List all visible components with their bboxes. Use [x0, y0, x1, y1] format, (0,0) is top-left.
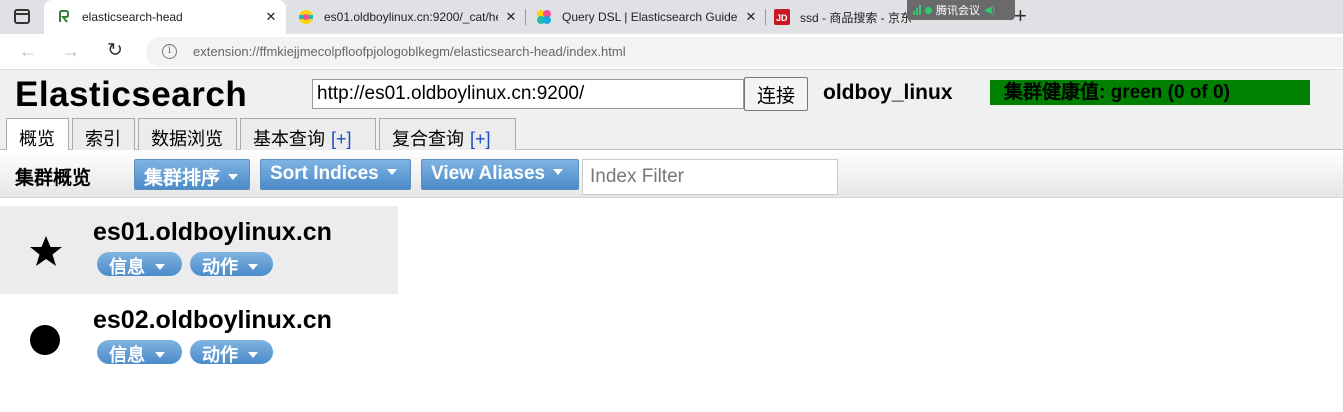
browser-tab-strip: elasticsearch-head ✕ es01.oldboylinux.cn… [0, 0, 1343, 34]
cluster-sort-dropdown[interactable]: 集群排序 [134, 159, 250, 190]
node-info-button[interactable]: 信息 [97, 252, 182, 277]
cluster-health-badge: 集群健康值: green (0 of 0) [990, 80, 1310, 105]
caret-down-icon [386, 169, 397, 176]
circle-icon [30, 325, 60, 355]
caret-down-icon [553, 169, 564, 176]
dropdown-label: View Aliases [431, 163, 546, 184]
browser-tab-query-dsl[interactable]: Query DSL | Elasticsearch Guide | ✕ [526, 0, 766, 34]
caret-down-icon [228, 174, 239, 181]
url-text[interactable]: extension://ffmkiejjmecolpfloofpjologobl… [193, 44, 626, 59]
connect-button[interactable]: 连接 [744, 77, 808, 111]
tab-title: es01.oldboylinux.cn:9200/_cat/he [324, 10, 498, 24]
close-icon[interactable]: ✕ [504, 9, 518, 25]
caret-down-icon [248, 263, 258, 270]
tab-label: 索引 [85, 129, 121, 149]
tab-overview[interactable]: 概览 [6, 118, 69, 152]
app-header: Elasticsearch 连接 oldboy_linux 集群健康值: gre… [0, 70, 1343, 152]
tab-label: 概览 [19, 129, 55, 149]
overview-toolbar: 集群概览 集群排序 Sort Indices View Aliases [0, 150, 1343, 198]
speaker-icon: ◀) [984, 4, 996, 16]
signal-icon [913, 5, 921, 15]
url-field[interactable]: i extension://ffmkiejjmecolpfloofpjologo… [146, 37, 1343, 67]
caret-down-icon [155, 351, 165, 358]
dropdown-label: 集群排序 [144, 168, 221, 189]
tencent-meeting-indicator[interactable]: 腾讯会议 ◀) [907, 0, 1015, 20]
site-info-icon[interactable]: i [162, 44, 177, 59]
elastic-icon [299, 10, 313, 24]
browser-address-bar: ← → ↻ i extension://ffmkiejjmecolpfloofp… [0, 34, 1343, 70]
tab-compound-query[interactable]: 复合查询 [+] [379, 118, 516, 151]
close-icon[interactable]: ✕ [264, 9, 278, 25]
node-action-button[interactable]: 动作 [190, 340, 273, 365]
tab-plus: [+] [470, 129, 491, 149]
tab-indices[interactable]: 索引 [72, 118, 135, 151]
tab-title: Query DSL | Elasticsearch Guide | [562, 10, 738, 24]
overview-title: 集群概览 [15, 168, 92, 189]
tab-browser[interactable]: 数据浏览 [138, 118, 237, 151]
browser-tab-cat-health[interactable]: es01.oldboylinux.cn:9200/_cat/he ✕ [286, 0, 526, 34]
node-info-button[interactable]: 信息 [97, 340, 182, 365]
tab-actions-icon[interactable] [10, 6, 34, 28]
elasticsearch-head-icon [59, 10, 69, 23]
caret-down-icon [155, 263, 165, 270]
sort-indices-dropdown[interactable]: Sort Indices [260, 159, 411, 190]
tab-title: elasticsearch-head [82, 10, 183, 24]
node-row: es02.oldboylinux.cn 信息 动作 [0, 294, 398, 382]
node-row: es01.oldboylinux.cn 信息 动作 [0, 206, 398, 294]
view-aliases-dropdown[interactable]: View Aliases [421, 159, 579, 190]
tab-label: 复合查询 [392, 129, 464, 149]
meeting-label: 腾讯会议 [936, 5, 980, 17]
cluster-name: oldboy_linux [823, 81, 953, 104]
index-filter-input[interactable] [582, 159, 838, 195]
close-icon[interactable]: ✕ [744, 9, 758, 25]
pill-label: 动作 [202, 257, 238, 277]
svg-text:JD: JD [776, 13, 788, 23]
jd-icon: JD [774, 9, 790, 25]
tab-label: 数据浏览 [151, 129, 223, 149]
dropdown-label: Sort Indices [270, 163, 379, 184]
tab-basic-query[interactable]: 基本查询 [+] [240, 118, 376, 151]
node-name: es01.oldboylinux.cn [93, 218, 332, 246]
tab-plus: [+] [331, 129, 352, 149]
elastic-guide-icon [537, 10, 551, 24]
pill-label: 动作 [202, 345, 238, 365]
browser-tab-elasticsearch-head[interactable]: elasticsearch-head ✕ [44, 0, 286, 34]
reload-icon[interactable]: ↻ [104, 41, 126, 61]
new-tab-button[interactable]: + [1014, 3, 1027, 29]
back-arrow-icon[interactable]: ← [17, 41, 39, 61]
pill-label: 信息 [109, 257, 145, 277]
recording-dot-icon [925, 6, 932, 14]
tab-label: 基本查询 [253, 129, 325, 149]
connect-url-input[interactable] [312, 79, 744, 109]
brand-title: Elasticsearch [15, 75, 248, 114]
node-action-button[interactable]: 动作 [190, 252, 273, 277]
star-icon [30, 236, 62, 266]
node-name: es02.oldboylinux.cn [93, 306, 332, 334]
pill-label: 信息 [109, 345, 145, 365]
forward-arrow-icon[interactable]: → [60, 41, 82, 61]
es-head-app: Elasticsearch 连接 oldboy_linux 集群健康值: gre… [0, 70, 1343, 412]
caret-down-icon [248, 351, 258, 358]
